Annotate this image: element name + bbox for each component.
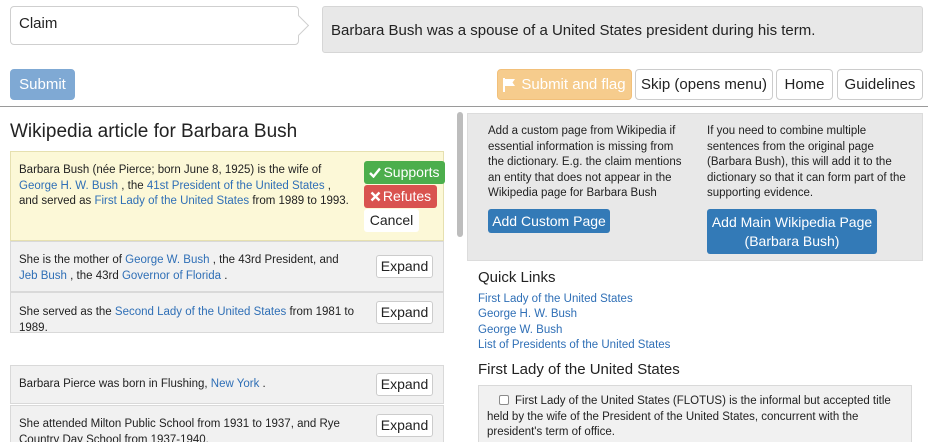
link-41st-president[interactable]: 41st President of the United States	[147, 180, 325, 192]
quick-link[interactable]: George W. Bush	[478, 324, 562, 336]
expand-button[interactable]: Expand	[376, 373, 433, 396]
quick-link[interactable]: List of Presidents of the United States	[478, 339, 670, 351]
submit-and-flag-label: Submit and flag	[521, 76, 626, 93]
page-tools-box: Add a custom page from Wikipedia if esse…	[467, 113, 923, 261]
sentence-row: She is the mother of George W. Bush , th…	[10, 241, 444, 292]
sentence-text-part: .	[259, 378, 266, 390]
skip-button[interactable]: Skip (opens menu)	[635, 69, 773, 100]
section-sentence-row: First Lady of the United States (FLOTUS)…	[478, 385, 912, 442]
check-icon	[369, 167, 382, 178]
cross-icon	[370, 191, 381, 202]
section-sentence-text: First Lady of the United States (FLOTUS)…	[487, 395, 891, 438]
skip-button-label: Skip (opens menu)	[641, 76, 767, 93]
article-scrollbar[interactable]	[457, 112, 463, 237]
link-second-lady[interactable]: Second Lady of the United States	[115, 306, 286, 318]
sentence-text-part: She served as the	[19, 306, 115, 318]
link-new-york[interactable]: New York	[211, 378, 260, 390]
expand-button[interactable]: Expand	[376, 301, 433, 324]
expand-button[interactable]: Expand	[376, 255, 433, 278]
supports-button[interactable]: Supports	[364, 161, 445, 184]
sentence-text: Barbara Bush (née Pierce; born June 8, 1…	[19, 164, 322, 176]
sentence-row: She attended Milton Public School from 1…	[10, 405, 444, 442]
quick-link[interactable]: First Lady of the United States	[478, 293, 633, 305]
custom-page-info: Add a custom page from Wikipedia if esse…	[488, 125, 682, 199]
link-first-lady[interactable]: First Lady of the United States	[94, 195, 249, 207]
claim-label: Claim	[10, 6, 299, 45]
expand-button[interactable]: Expand	[376, 414, 433, 437]
cancel-label: Cancel	[369, 211, 414, 228]
article-title: Wikipedia article for Barbara Bush	[10, 121, 298, 142]
supports-label: Supports	[383, 163, 440, 180]
link-governor-of-florida[interactable]: Governor of Florida	[122, 270, 221, 282]
link-george-hw-bush[interactable]: George H. W. Bush	[19, 180, 118, 192]
active-sentence: Barbara Bush (née Pierce; born June 8, 1…	[10, 151, 445, 241]
home-button-label: Home	[784, 76, 825, 93]
sentence-text-part: .	[221, 269, 228, 282]
guidelines-button[interactable]: Guidelines	[837, 69, 923, 100]
sentence-text-part: , the 43rd	[66, 269, 122, 282]
guidelines-button-label: Guidelines	[844, 76, 916, 93]
link-jeb-bush[interactable]: Jeb Bush	[19, 270, 67, 282]
submit-and-flag-button[interactable]: Submit and flag	[497, 69, 632, 100]
claim-text: Barbara Bush was a spouse of a United St…	[322, 6, 923, 53]
add-main-page-label: Add Main Wikipedia Page	[711, 213, 873, 230]
sidebar-pane: Add a custom page from Wikipedia if esse…	[467, 113, 923, 442]
refutes-label: Refutes	[382, 187, 432, 204]
sentence-text-part: Barbara Pierce was born in Flushing,	[19, 378, 211, 390]
submit-button[interactable]: Submit	[10, 69, 75, 100]
sentence-text: She served as the Second Lady of the Uni…	[19, 305, 369, 336]
sentence-text-part: She attended Milton Public School from 1…	[19, 418, 340, 442]
article-pane: Wikipedia article for Barbara Bush Barba…	[0, 107, 455, 442]
sentence-text: Barbara Pierce was born in Flushing, New…	[19, 377, 349, 393]
flag-icon	[503, 77, 516, 92]
add-custom-page-button[interactable]: Add Custom Page	[488, 209, 610, 233]
quick-link[interactable]: George H. W. Bush	[478, 308, 577, 320]
sentence-text-part: , the 43rd President, and	[209, 254, 339, 266]
main-page-info: If you need to combine multiple sentence…	[707, 125, 906, 199]
sentence-text: She attended Milton Public School from 1…	[19, 417, 369, 442]
sentence-text-part: She is the mother of	[19, 254, 126, 266]
add-main-wikipedia-page-button[interactable]: Add Main Wikipedia Page (Barbara Bush)	[707, 209, 877, 254]
refutes-button[interactable]: Refutes	[364, 185, 437, 208]
link-george-w-bush[interactable]: George W. Bush	[125, 254, 209, 266]
sentence-text: from 1989 to 1993.	[249, 195, 349, 207]
sentence-text: She is the mother of George W. Bush , th…	[19, 253, 349, 284]
quick-links-title: Quick Links	[478, 269, 556, 286]
active-sentence-text: Barbara Bush (née Pierce; born June 8, 1…	[19, 163, 349, 210]
section-title: First Lady of the United States	[478, 361, 680, 378]
add-main-page-sublabel: (Barbara Bush)	[744, 232, 840, 249]
sentence-checkbox[interactable]	[499, 395, 509, 405]
sentence-row: She served as the Second Lady of the Uni…	[10, 292, 444, 336]
sentence-text: , the	[118, 179, 147, 192]
submit-button-label: Submit	[19, 76, 66, 93]
cancel-button[interactable]: Cancel	[364, 209, 419, 232]
sentence-row: Barbara Pierce was born in Flushing, New…	[10, 365, 444, 404]
home-button[interactable]: Home	[776, 69, 833, 100]
